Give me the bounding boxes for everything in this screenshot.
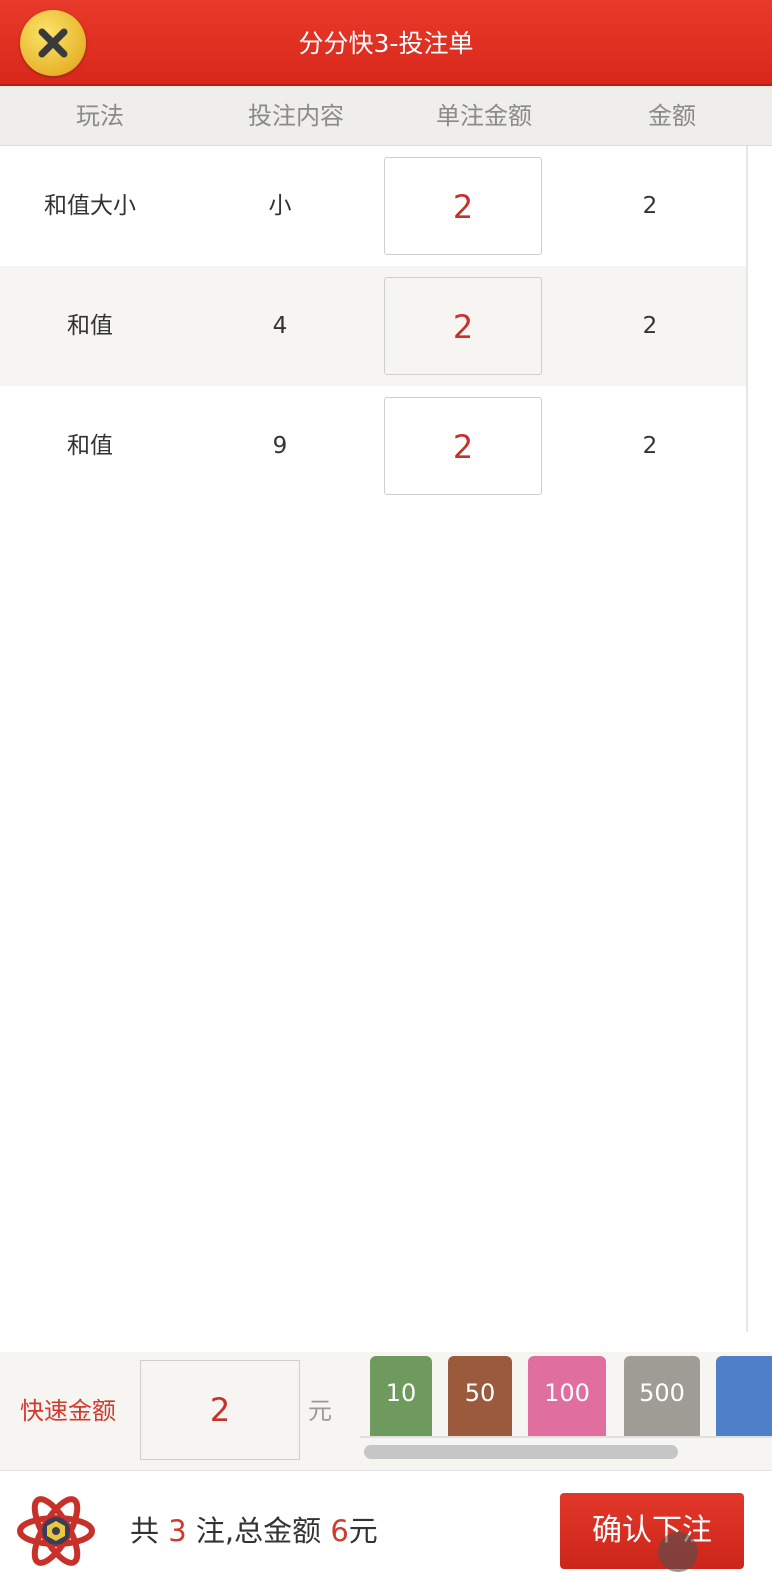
quick-amount-input[interactable]: 2 — [140, 1360, 300, 1460]
cell-amount: 2 — [642, 313, 658, 339]
cell-amount: 2 — [642, 433, 658, 459]
atom-logo-icon — [16, 1491, 96, 1571]
column-header-unit-amount: 单注金额 — [436, 102, 532, 130]
table-row: 和值 4 2 2 — [0, 266, 747, 386]
chip-partial[interactable] — [716, 1356, 772, 1436]
table-row: 和值大小 小 2 2 — [0, 146, 747, 266]
bet-list: 和值大小 小 2 2 和值 4 2 2 和值 9 2 2 — [0, 146, 747, 506]
table-header: 玩法 投注内容 单注金额 金额 — [0, 86, 772, 146]
quick-amount-unit: 元 — [308, 1397, 332, 1425]
chips-divider — [360, 1436, 772, 1438]
cell-content: 小 — [268, 193, 292, 219]
chips-scrollbar-thumb[interactable] — [364, 1445, 678, 1459]
unit-amount-input[interactable]: 2 — [384, 157, 542, 255]
footer-bar: 共 3 注,总金额 6元 确认下注 — [0, 1470, 772, 1590]
cell-content: 9 — [272, 433, 288, 459]
column-header-amount: 金额 — [648, 102, 696, 130]
touch-indicator — [658, 1532, 698, 1572]
cell-play: 和值大小 — [44, 193, 136, 219]
chip-100[interactable]: 100 — [528, 1356, 606, 1436]
cell-play: 和值 — [67, 433, 113, 459]
chip-50[interactable]: 50 — [448, 1356, 512, 1436]
cell-content: 4 — [272, 313, 288, 339]
quick-amount-label: 快速金额 — [20, 1397, 116, 1425]
bet-summary: 共 3 注,总金额 6元 — [130, 1471, 378, 1591]
table-row: 和值 9 2 2 — [0, 386, 747, 506]
header-bar: 分分快3-投注单 — [0, 0, 772, 86]
cell-amount: 2 — [642, 193, 658, 219]
unit-amount-input[interactable]: 2 — [384, 397, 542, 495]
column-header-play: 玩法 — [76, 102, 124, 130]
column-header-content: 投注内容 — [248, 102, 344, 130]
chip-10[interactable]: 10 — [370, 1356, 432, 1436]
page-title: 分分快3-投注单 — [298, 29, 474, 58]
chips-scrollbar[interactable] — [364, 1443, 772, 1461]
bet-count: 3 — [168, 1514, 187, 1548]
vertical-scrollbar[interactable] — [746, 146, 748, 1332]
cell-play: 和值 — [67, 313, 113, 339]
chip-500[interactable]: 500 — [624, 1356, 700, 1436]
summary-middle: 注,总金额 — [195, 1514, 322, 1548]
summary-prefix: 共 — [130, 1514, 160, 1548]
summary-suffix: 元 — [348, 1514, 378, 1548]
unit-amount-input[interactable]: 2 — [384, 277, 542, 375]
confirm-bet-button[interactable]: 确认下注 — [560, 1493, 744, 1569]
total-amount: 6 — [330, 1514, 349, 1548]
